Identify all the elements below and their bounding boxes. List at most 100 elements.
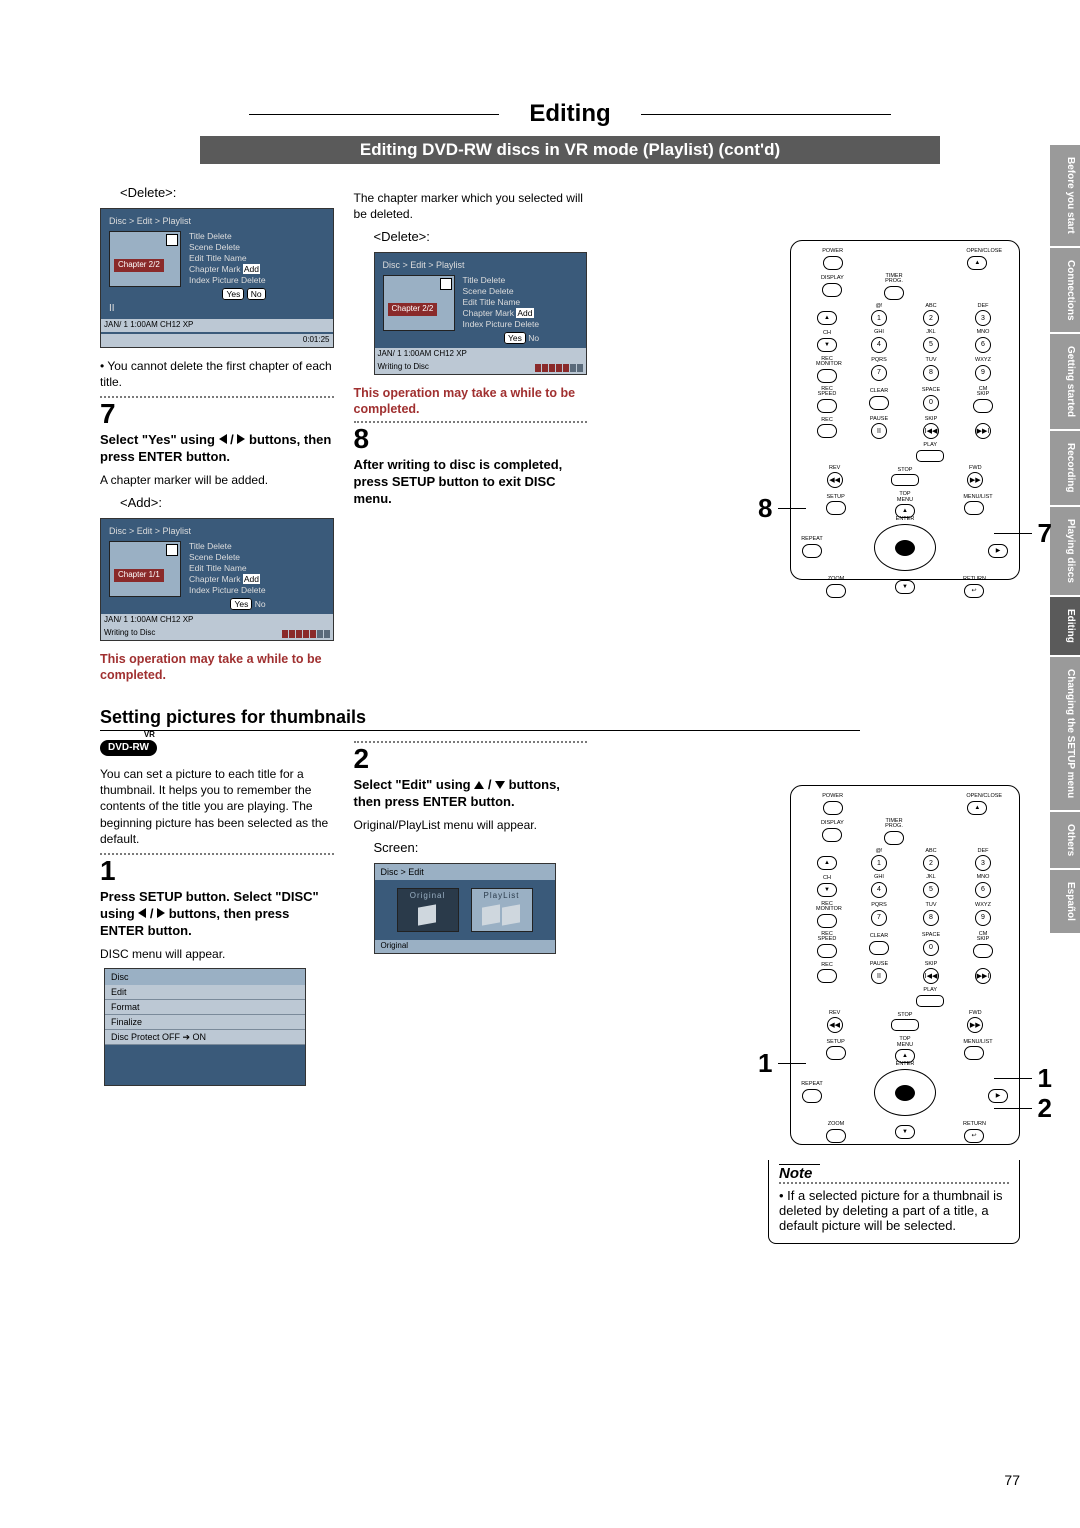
return-button: ↩ bbox=[964, 1129, 984, 1143]
tab-setup-menu: Changing the SETUP menu bbox=[1050, 657, 1080, 810]
ch-down-button: ▼ bbox=[817, 883, 837, 897]
section-tabs: Before you start Connections Getting sta… bbox=[1050, 145, 1080, 1345]
fwd-button: ▶▶ bbox=[967, 472, 983, 488]
digit-6-button: 6 bbox=[975, 337, 991, 353]
stop-button bbox=[891, 1019, 919, 1031]
yes-button: Yes bbox=[504, 332, 526, 344]
digit-4-button: 4 bbox=[871, 337, 887, 353]
osd-breadcrumb: Disc > Edit > Playlist bbox=[109, 525, 325, 537]
dvd-rw-badge: DVD-RW bbox=[100, 740, 157, 756]
pointer-7: 7 bbox=[1038, 518, 1052, 549]
pause-button: II bbox=[871, 968, 887, 984]
setup-button bbox=[826, 501, 846, 515]
skip-fwd-button: ▶▶I bbox=[975, 968, 991, 984]
digit-1-button: 1 bbox=[871, 310, 887, 326]
tab-editing: Editing bbox=[1050, 597, 1080, 655]
osd-menu-item: Edit Title Name bbox=[463, 297, 540, 308]
osd-menu: Title Delete Scene Delete Edit Title Nam… bbox=[189, 541, 266, 610]
disc-menu-item: Disc Protect OFF ➔ ON bbox=[105, 1030, 305, 1045]
scene-badge-icon bbox=[166, 544, 178, 556]
bullet-note: • You cannot delete the first chapter of… bbox=[100, 358, 334, 390]
dpad-down-button: ▼ bbox=[895, 580, 915, 594]
left-arrow-icon bbox=[219, 434, 227, 444]
section-title: Setting pictures for thumbnails bbox=[100, 707, 860, 731]
writing-label: Writing to Disc bbox=[104, 628, 155, 639]
yes-button: Yes bbox=[222, 288, 244, 300]
chapter-badge: Chapter 2/2 bbox=[114, 259, 164, 272]
digit-8-button: 8 bbox=[923, 910, 939, 926]
dpad: ENTER bbox=[874, 1069, 936, 1116]
scene-badge-icon bbox=[166, 234, 178, 246]
rec-button bbox=[817, 969, 837, 983]
skip-back-button: I◀◀ bbox=[923, 423, 939, 439]
right-arrow-icon bbox=[157, 908, 165, 918]
disc-menu-item: Format bbox=[105, 1000, 305, 1015]
original-thumbnail: Original bbox=[397, 888, 459, 932]
osd-menu-item: Index Picture Delete bbox=[463, 319, 540, 330]
step-7-number: 7 bbox=[100, 400, 334, 428]
scene-badge-icon bbox=[440, 278, 452, 290]
pointer-line bbox=[778, 1063, 806, 1064]
down-arrow-icon bbox=[495, 781, 505, 789]
stop-button bbox=[891, 474, 919, 486]
osd-footer: Original bbox=[375, 940, 555, 953]
osd-progress: Writing to Disc bbox=[101, 627, 333, 640]
divider bbox=[100, 853, 334, 855]
section-intro: You can set a picture to each title for … bbox=[100, 766, 334, 847]
dpad: ENTER bbox=[874, 524, 936, 571]
digit-1-button: 1 bbox=[871, 855, 887, 871]
osd-menu-item: Title Delete bbox=[463, 275, 540, 286]
step-2-number: 2 bbox=[354, 745, 588, 773]
play-button bbox=[916, 450, 944, 462]
osd-menu: Title Delete Scene Delete Edit Title Nam… bbox=[189, 231, 266, 300]
page-title: Editing bbox=[499, 100, 640, 128]
no-button: No bbox=[528, 333, 539, 343]
osd-menu-item: Title Delete bbox=[189, 541, 266, 552]
note-body: • If a selected picture for a thumbnail … bbox=[779, 1188, 1009, 1233]
repeat-button bbox=[802, 1089, 822, 1103]
enter-button bbox=[895, 1085, 915, 1101]
yes-button: Yes bbox=[230, 598, 252, 610]
tab-espanol: Español bbox=[1050, 870, 1080, 933]
chapter-badge: Chapter 1/1 bbox=[114, 569, 164, 582]
osd-menu-item: Scene Delete bbox=[189, 242, 266, 253]
osd-menu-item: Index Picture Delete bbox=[189, 585, 266, 596]
page-subtitle: Editing DVD-RW discs in VR mode (Playlis… bbox=[200, 136, 940, 164]
pointer-1-right: 1 bbox=[1038, 1063, 1052, 1094]
progress-bar bbox=[282, 630, 330, 638]
osd-delete-confirm: Disc > Edit > Playlist Chapter 2/2 Title… bbox=[100, 208, 334, 349]
digit-6-button: 6 bbox=[975, 882, 991, 898]
skip-fwd-button: ▶▶I bbox=[975, 423, 991, 439]
step-7-body: A chapter marker will be added. bbox=[100, 472, 334, 488]
setup-button bbox=[826, 1046, 846, 1060]
intro-text: The chapter marker which you selected wi… bbox=[354, 190, 588, 222]
osd-preview: Chapter 2/2 bbox=[109, 231, 181, 287]
pointer-1-left: 1 bbox=[758, 1048, 772, 1079]
playlist-thumbnail: PlayList bbox=[471, 888, 533, 932]
digit-0-button: 0 bbox=[923, 395, 939, 411]
osd-menu-item: Edit Title Name bbox=[189, 563, 266, 574]
dpad-right-button: ▶ bbox=[988, 1089, 1008, 1103]
ch-up-button: ▲ bbox=[817, 856, 837, 870]
add-label: <Add>: bbox=[120, 494, 334, 512]
dpad-right-button: ▶ bbox=[988, 544, 1008, 558]
rec-monitor-button bbox=[817, 369, 837, 383]
tab-playing-discs: Playing discs bbox=[1050, 507, 1080, 595]
step-2-instruction: Select "Edit" using / buttons, then pres… bbox=[354, 777, 588, 811]
pointer-line bbox=[994, 1078, 1032, 1079]
digit-2-button: 2 bbox=[923, 310, 939, 326]
osd-preview: Chapter 2/2 bbox=[383, 275, 455, 331]
enter-button bbox=[895, 540, 915, 556]
tab-others: Others bbox=[1050, 812, 1080, 868]
page-title-banner: Editing bbox=[100, 100, 1040, 128]
column-middle-2: 2 Select "Edit" using / buttons, then pr… bbox=[354, 737, 588, 1096]
divider bbox=[779, 1182, 1009, 1184]
menulist-button bbox=[964, 1046, 984, 1060]
power-button bbox=[823, 256, 843, 270]
timer-button bbox=[884, 286, 904, 300]
no-button: No bbox=[247, 288, 266, 300]
note-title: Note bbox=[779, 1164, 820, 1182]
digit-5-button: 5 bbox=[923, 882, 939, 898]
display-button bbox=[822, 283, 842, 297]
step-7-instruction: Select "Yes" using / buttons, then press… bbox=[100, 432, 334, 466]
